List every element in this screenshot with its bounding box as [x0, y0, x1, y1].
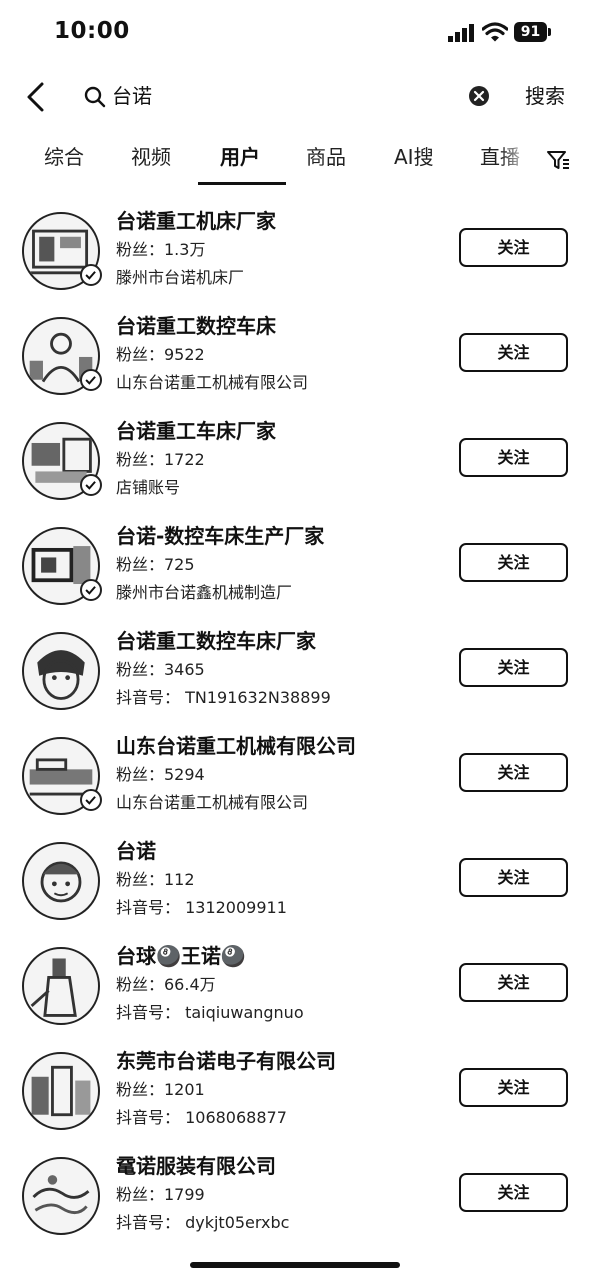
user-name: 台球🎱王诺🎱 — [116, 944, 246, 968]
follow-button[interactable]: 关注 — [459, 963, 568, 1002]
user-name: 台诺重工车床厂家 — [116, 419, 276, 443]
search-button[interactable]: 搜索 — [525, 82, 565, 110]
battery-level: 91 — [514, 22, 547, 42]
tab-products[interactable]: 商品 — [306, 142, 346, 172]
follow-button[interactable]: 关注 — [459, 753, 568, 792]
user-subtitle: 抖音号： taiqiuwangnuo — [116, 1003, 304, 1022]
tab-users[interactable]: 用户 — [220, 142, 260, 172]
user-row[interactable]: 台诺 粉丝：112 抖音号： 1312009911 关注 — [0, 828, 591, 933]
tab-video[interactable]: 视频 — [131, 142, 171, 172]
user-name: 台诺-数控车床生产厂家 — [116, 524, 325, 548]
user-row[interactable]: 台诺重工机床厂家 粉丝：1.3万 滕州市台诺机床厂 关注 — [0, 198, 591, 303]
search-input[interactable]: 台诺 — [112, 82, 152, 110]
user-row[interactable]: 鼋诺服装有限公司 粉丝：1799 抖音号： dykjt05erxbc 关注 — [0, 1143, 591, 1248]
user-subtitle: 山东台诺重工机械有限公司 — [116, 373, 309, 392]
follow-button[interactable]: 关注 — [459, 1068, 568, 1107]
user-subtitle: 抖音号： TN191632N38899 — [116, 688, 331, 707]
user-name: 东莞市台诺电子有限公司 — [116, 1049, 336, 1073]
user-name: 山东台诺重工机械有限公司 — [116, 734, 356, 758]
verified-icon — [80, 579, 102, 601]
tab-ai-search[interactable]: AI搜 — [394, 142, 434, 172]
verified-icon — [80, 369, 102, 391]
user-name: 台诺重工机床厂家 — [116, 209, 276, 233]
user-name: 鼋诺服装有限公司 — [116, 1154, 276, 1178]
avatar[interactable] — [22, 947, 100, 1025]
status-bar: 10:00 91 — [0, 0, 591, 62]
avatar[interactable] — [22, 842, 100, 920]
user-fans: 粉丝：1799 — [116, 1185, 205, 1204]
user-fans: 粉丝：112 — [116, 870, 195, 889]
tab-bar: 综合 视频 用户 商品 AI搜 直播 — [0, 136, 591, 186]
user-subtitle: 滕州市台诺机床厂 — [116, 268, 245, 287]
avatar[interactable] — [22, 1157, 100, 1235]
user-subtitle: 抖音号： 1312009911 — [116, 898, 287, 917]
user-subtitle: 抖音号： dykjt05erxbc — [116, 1213, 290, 1232]
user-fans: 粉丝：5294 — [116, 765, 205, 784]
user-subtitle: 店铺账号 — [116, 478, 181, 497]
user-name: 台诺 — [116, 839, 156, 863]
back-icon[interactable] — [22, 80, 50, 114]
search-header: 台诺 搜索 — [0, 70, 591, 124]
user-fans: 粉丝：725 — [116, 555, 195, 574]
user-fans: 粉丝：1201 — [116, 1080, 205, 1099]
user-row[interactable]: 台诺重工数控车床厂家 粉丝：3465 抖音号： TN191632N38899 关… — [0, 618, 591, 723]
avatar[interactable] — [22, 632, 100, 710]
follow-button[interactable]: 关注 — [459, 438, 568, 477]
user-subtitle: 抖音号： 1068068877 — [116, 1108, 287, 1127]
home-indicator — [190, 1262, 400, 1268]
follow-button[interactable]: 关注 — [459, 543, 568, 582]
user-row[interactable]: 山东台诺重工机械有限公司 粉丝：5294 山东台诺重工机械有限公司 关注 — [0, 723, 591, 828]
clear-icon[interactable] — [468, 85, 490, 107]
user-subtitle: 滕州市台诺鑫机械制造厂 — [116, 583, 293, 602]
user-name: 台诺重工数控车床厂家 — [116, 629, 316, 653]
user-row[interactable]: 台球🎱王诺🎱 粉丝：66.4万 抖音号： taiqiuwangnuo 关注 — [0, 933, 591, 1038]
tab-general[interactable]: 综合 — [44, 142, 84, 172]
active-tab-indicator — [198, 182, 286, 185]
verified-icon — [80, 264, 102, 286]
user-row[interactable]: 台诺重工数控车床 粉丝：9522 山东台诺重工机械有限公司 关注 — [0, 303, 591, 408]
user-row[interactable]: 台诺-数控车床生产厂家 粉丝：725 滕州市台诺鑫机械制造厂 关注 — [0, 513, 591, 618]
follow-button[interactable]: 关注 — [459, 858, 568, 897]
avatar[interactable] — [22, 1052, 100, 1130]
filter-icon[interactable] — [546, 148, 570, 172]
user-row[interactable]: 东莞市台诺电子有限公司 粉丝：1201 抖音号： 1068068877 关注 — [0, 1038, 591, 1143]
user-fans: 粉丝：1722 — [116, 450, 205, 469]
cellular-signal-icon — [448, 24, 474, 42]
verified-icon — [80, 474, 102, 496]
follow-button[interactable]: 关注 — [459, 1173, 568, 1212]
user-fans: 粉丝：1.3万 — [116, 240, 206, 259]
follow-button[interactable]: 关注 — [459, 648, 568, 687]
status-time: 10:00 — [54, 18, 130, 44]
wifi-icon — [482, 22, 508, 42]
follow-button[interactable]: 关注 — [459, 333, 568, 372]
user-fans: 粉丝：9522 — [116, 345, 205, 364]
battery-icon: 91 — [514, 22, 552, 42]
user-fans: 粉丝：66.4万 — [116, 975, 216, 994]
follow-button[interactable]: 关注 — [459, 228, 568, 267]
verified-icon — [80, 789, 102, 811]
user-row[interactable]: 台诺重工车床厂家 粉丝：1722 店铺账号 关注 — [0, 408, 591, 513]
user-fans: 粉丝：3465 — [116, 660, 205, 679]
search-icon — [84, 86, 106, 108]
user-subtitle: 山东台诺重工机械有限公司 — [116, 793, 309, 812]
user-name: 台诺重工数控车床 — [116, 314, 276, 338]
